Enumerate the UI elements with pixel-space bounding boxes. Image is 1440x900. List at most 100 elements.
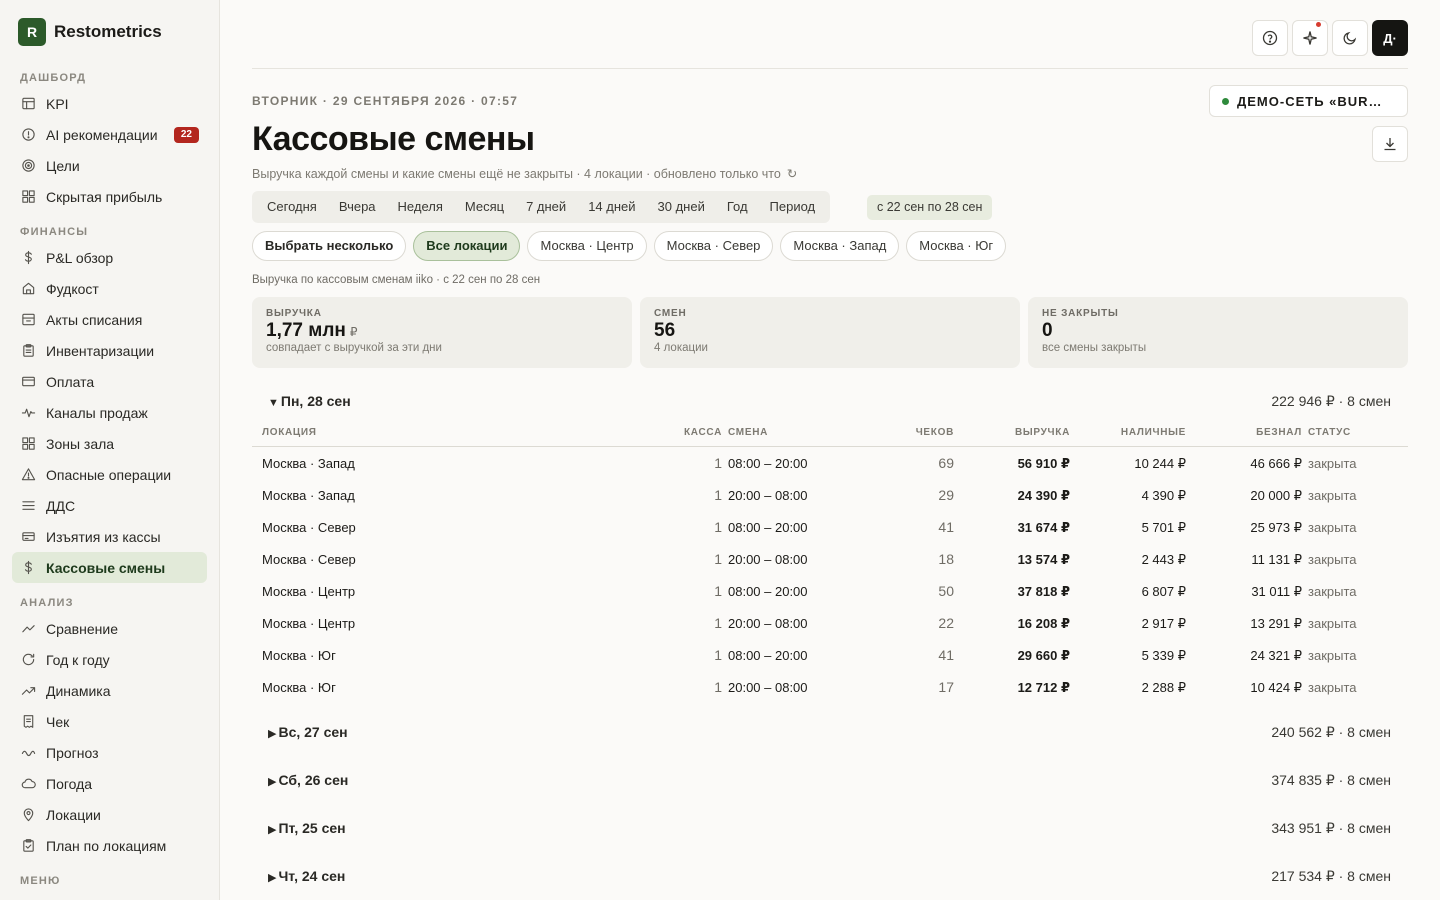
cell-kassa: 1 (714, 647, 722, 663)
sidebar-item[interactable]: Зоны зала (12, 428, 207, 459)
sidebar-item[interactable]: Акты списания (12, 304, 207, 335)
location-chip[interactable]: Москва · Запад (780, 231, 900, 261)
sidebar-item[interactable]: Динамика (12, 675, 207, 706)
sidebar-item-label: Изъятия из кассы (46, 528, 161, 545)
cell-status: закрыта (1308, 488, 1357, 503)
period-button[interactable]: Сегодня (256, 191, 328, 223)
refresh-icon[interactable]: ↻ (787, 167, 797, 181)
cell-card: 11 131 ₽ (1251, 552, 1302, 567)
sidebar-item[interactable]: P&L обзор (12, 242, 207, 273)
table-row[interactable]: Москва · Север 1 20:00 – 08:00 18 13 574 ₽ 2 … (252, 543, 1408, 575)
sidebar-item[interactable]: Скрытая прибыль (12, 181, 207, 212)
day-label: Пт, 25 сен (278, 820, 346, 836)
brand[interactable]: R Restometrics (0, 0, 219, 64)
kpi-label: НЕ ЗАКРЫТЫ (1042, 308, 1119, 319)
period-button[interactable]: Год (716, 191, 759, 223)
period-button[interactable]: Вчера (328, 191, 387, 223)
moon-icon (1343, 31, 1357, 45)
period-range[interactable]: с 22 сен по 28 сен (867, 195, 993, 220)
col-location: ЛОКАЦИЯ (262, 427, 317, 438)
sidebar-item[interactable]: Опасные операции (12, 459, 207, 490)
table-row[interactable]: Москва · Юг 1 08:00 – 20:00 41 29 660 ₽ 5 339… (252, 639, 1408, 671)
cell-cash: 2 443 ₽ (1141, 552, 1186, 567)
cell-kassa: 1 (714, 583, 722, 599)
sidebar-item[interactable]: Погода (12, 768, 207, 799)
location-chip[interactable]: Выбрать несколько (252, 231, 407, 261)
location-chip[interactable]: Москва · Центр (527, 231, 647, 261)
cell-loc: Москва · Север (262, 520, 356, 535)
table-row[interactable]: Москва · Запад 1 20:00 – 08:00 29 24 390 ₽ 4 … (252, 479, 1408, 511)
sidebar-nav: ДАШБОРД KPI AI рекомендации 22 Цели Скрытая п… (0, 68, 219, 891)
cell-status: закрыта (1308, 552, 1357, 567)
sidebar-item[interactable]: Фудкост (12, 273, 207, 304)
cell-loc: Москва · Запад (262, 456, 355, 471)
sidebar-item-label: ДДС (46, 497, 76, 514)
refresh-icon (20, 652, 36, 668)
user-avatar[interactable]: Д· (1372, 20, 1408, 56)
kpi-note: все смены закрыты (1042, 342, 1147, 354)
cell-cash: 5 701 ₽ (1141, 520, 1186, 535)
sidebar-item[interactable]: Изъятия из кассы (12, 521, 207, 552)
day-group-toggle[interactable]: ▶ Вс, 27 сен 240 562 ₽ · 8 смен (252, 720, 1408, 744)
cell-cash: 6 807 ₽ (1141, 584, 1186, 599)
day-group-toggle[interactable]: ▶ Чт, 24 сен 217 534 ₽ · 8 смен (252, 864, 1408, 888)
col-shift: СМЕНА (728, 427, 769, 438)
period-button[interactable]: Период (759, 191, 827, 223)
sidebar-item[interactable]: Каналы продаж (12, 397, 207, 428)
sidebar-item-label: Инвентаризации (46, 342, 155, 359)
day-group-toggle[interactable]: ▶ Сб, 26 сен 374 835 ₽ · 8 смен (252, 768, 1408, 792)
sidebar-item[interactable]: Инвентаризации (12, 335, 207, 366)
day-group-toggle[interactable]: ▼ Пн, 28 сен 222 946 ₽ · 8 смен (252, 389, 1408, 413)
sidebar-item[interactable]: AI рекомендации 22 (12, 119, 207, 150)
sidebar-item[interactable]: Год к году (12, 644, 207, 675)
sidebar-item[interactable]: Цели (12, 150, 207, 181)
location-chip[interactable]: Все локации (413, 231, 521, 261)
notification-dot (1316, 22, 1321, 27)
cell-status: закрыта (1308, 456, 1357, 471)
period-button[interactable]: 30 дней (647, 191, 716, 223)
top-actions: Д· (1252, 20, 1408, 56)
sidebar-item[interactable]: Чек (12, 706, 207, 737)
grid-icon (20, 189, 36, 205)
sidebar-item[interactable]: Оплата (12, 366, 207, 397)
main-content: Д· ВТОРНИК · 29 СЕНТЯБРЯ 2026 · 07:57 ДЕ… (220, 0, 1440, 900)
sidebar-item[interactable]: Локации (12, 799, 207, 830)
sidebar-item[interactable]: Прогноз (12, 737, 207, 768)
table-row[interactable]: Москва · Центр 1 20:00 – 08:00 22 16 208 ₽ 2 … (252, 607, 1408, 639)
period-button[interactable]: 14 дней (577, 191, 646, 223)
section-label: МЕНЮ (20, 875, 61, 887)
cell-status: закрыта (1308, 616, 1357, 631)
location-chip[interactable]: Москва · Север (653, 231, 774, 261)
network-selector[interactable]: ДЕМО-СЕТЬ «BUR… (1209, 85, 1408, 117)
network-status-dot (1222, 97, 1229, 105)
period-button[interactable]: Месяц (454, 191, 515, 223)
sidebar-item[interactable]: План по локациям (12, 830, 207, 861)
day-summary: 222 946 ₽ · 8 смен (1271, 392, 1391, 409)
cell-status: закрыта (1308, 680, 1357, 695)
help-button[interactable] (1252, 20, 1288, 56)
table-row[interactable]: Москва · Север 1 08:00 – 20:00 41 31 674 ₽ 5 … (252, 511, 1408, 543)
cell-status: закрыта (1308, 520, 1357, 535)
sidebar-item[interactable]: Сравнение (12, 613, 207, 644)
day-group-toggle[interactable]: ▶ Пт, 25 сен 343 951 ₽ · 8 смен (252, 816, 1408, 840)
col-status: СТАТУС (1308, 427, 1351, 438)
theme-toggle-button[interactable] (1332, 20, 1368, 56)
sidebar-item-label: Оплата (46, 373, 95, 390)
sidebar-item[interactable]: KPI (12, 88, 207, 119)
period-button[interactable]: Неделя (387, 191, 454, 223)
sidebar-item-label: Скрытая прибыль (46, 188, 163, 205)
wave-icon (20, 745, 36, 761)
table-row[interactable]: Москва · Центр 1 08:00 – 20:00 50 37 818 ₽ 6 … (252, 575, 1408, 607)
location-chip[interactable]: Москва · Юг (906, 231, 1007, 261)
sidebar-item[interactable]: Кассовые смены (12, 552, 207, 583)
download-button[interactable] (1372, 126, 1408, 162)
table-row[interactable]: Москва · Юг 1 20:00 – 08:00 17 12 712 ₽ 2 288… (252, 671, 1408, 703)
cell-card: 24 321 ₽ (1250, 648, 1302, 663)
cell-checks: 17 (938, 679, 954, 695)
period-button[interactable]: 7 дней (515, 191, 577, 223)
table-row[interactable]: Москва · Запад 1 08:00 – 20:00 69 56 910 ₽ 10… (252, 447, 1408, 479)
dollar-icon (20, 560, 36, 576)
cell-shift: 08:00 – 20:00 (728, 456, 808, 471)
ai-sparkle-button[interactable] (1292, 20, 1328, 56)
sidebar-item[interactable]: ДДС (12, 490, 207, 521)
